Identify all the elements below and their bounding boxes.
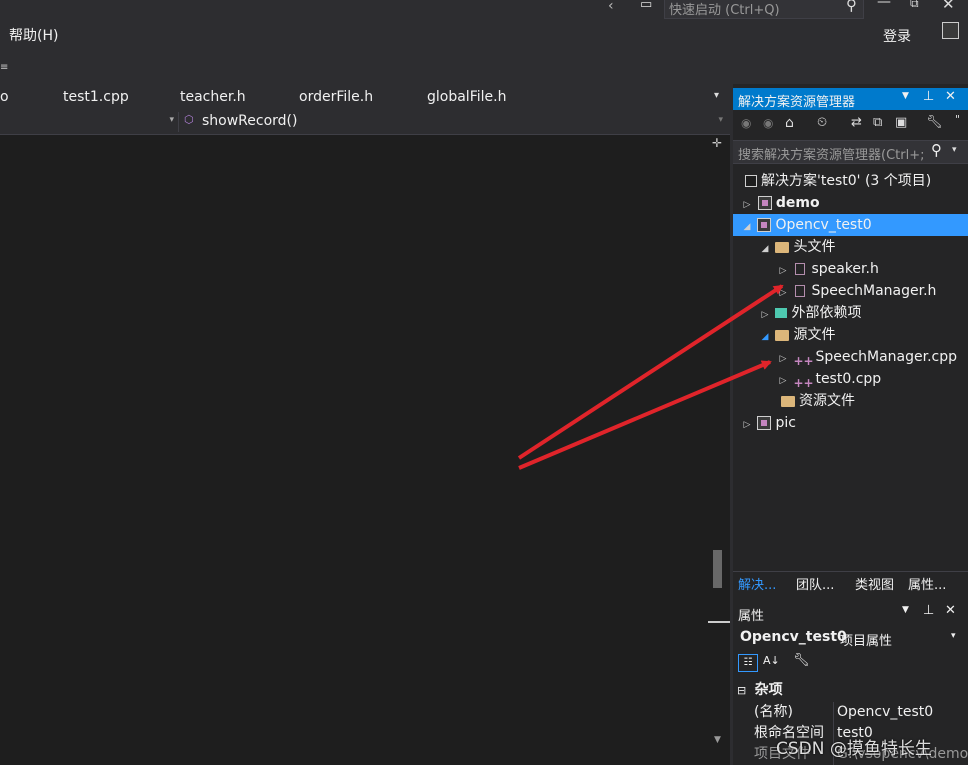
watermark: CSDN @摸鱼特长生 [776, 739, 932, 759]
annotation-arrows [517, 284, 784, 470]
